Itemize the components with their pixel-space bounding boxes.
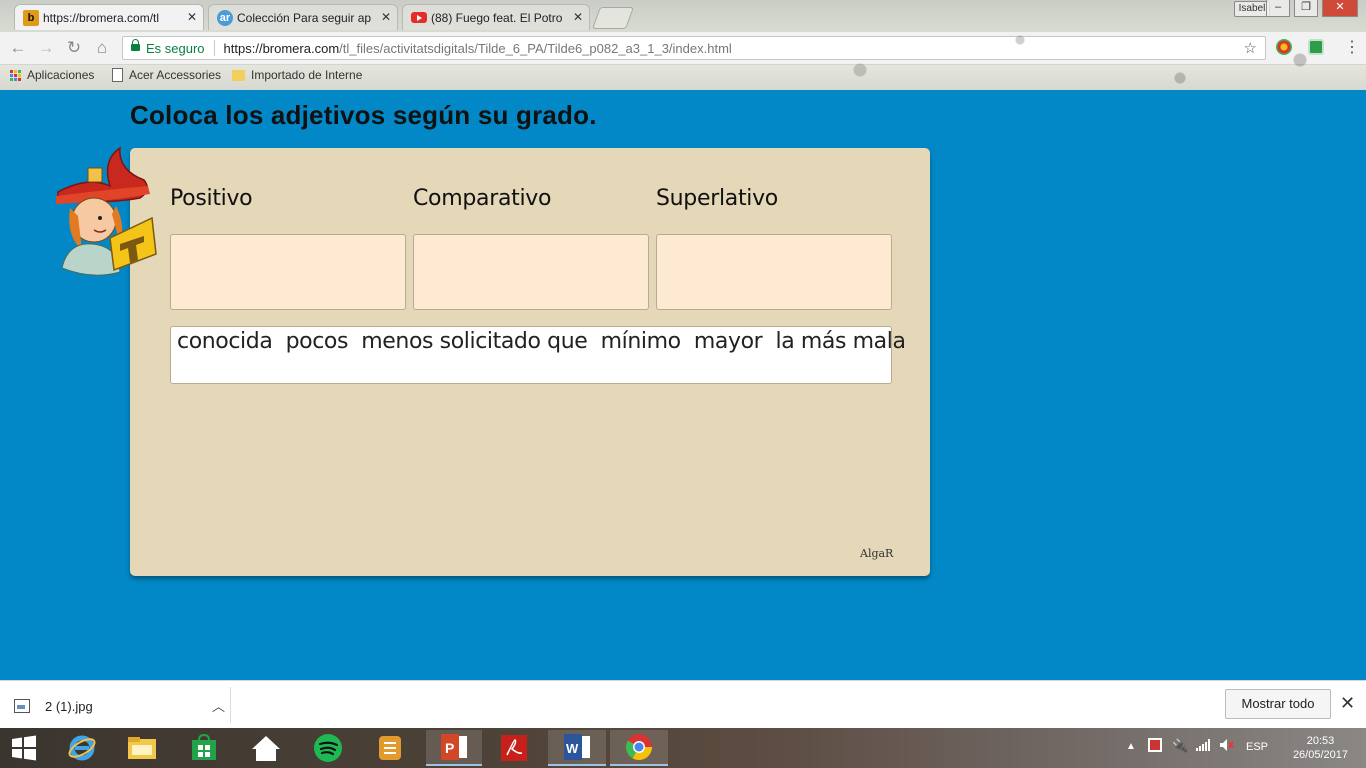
bookmarks-bar: Aplicaciones Acer Accessories Importado … xyxy=(0,64,1366,88)
evernote-extension-icon[interactable] xyxy=(1308,39,1324,55)
powerpoint-icon[interactable]: P xyxy=(426,730,482,766)
browser-toolbar: ← → ↻ ⌂ Es seguro https://bromera.com/tl… xyxy=(0,32,1366,65)
network-icon[interactable] xyxy=(1196,739,1210,754)
power-icon[interactable]: 🔌 xyxy=(1172,738,1188,754)
security-icon[interactable] xyxy=(1148,738,1162,752)
image-file-icon xyxy=(14,699,30,713)
folder-icon xyxy=(232,69,245,81)
minimize-icon[interactable]: – xyxy=(1266,0,1290,17)
bookmark-apps[interactable]: Aplicaciones xyxy=(10,68,94,82)
word-chip[interactable]: pocos xyxy=(286,329,349,354)
close-icon[interactable]: ✕ xyxy=(1340,693,1355,714)
tab-bromera[interactable]: b https://bromera.com/tl ✕ xyxy=(14,4,204,30)
back-arrow-icon[interactable]: ← xyxy=(8,38,28,58)
bookmark-label: Aplicaciones xyxy=(27,68,95,82)
column-header-positivo: Positivo xyxy=(170,186,253,211)
window-controls: – ❐ ✕ xyxy=(1266,0,1358,17)
bookmark-star-icon[interactable]: ☆ xyxy=(1244,39,1257,57)
file-explorer-icon[interactable] xyxy=(118,730,166,766)
publisher-logo-text: AlgaR xyxy=(860,547,894,560)
reload-icon[interactable]: ↻ xyxy=(64,38,84,58)
word-chip[interactable]: menos solicitado que xyxy=(361,329,588,354)
word-chip[interactable]: mayor xyxy=(694,329,763,354)
windows-start-icon[interactable] xyxy=(0,730,48,766)
address-bar[interactable]: Es seguro https://bromera.com/tl_files/a… xyxy=(122,36,1266,60)
apps-grid-icon xyxy=(10,69,21,81)
chevron-up-icon[interactable]: ▲ xyxy=(1126,741,1136,752)
tab-youtube[interactable]: (88) Fuego feat. El Potro ✕ xyxy=(402,4,590,30)
profile-button[interactable]: Isabel xyxy=(1234,1,1270,17)
notes-app-icon[interactable] xyxy=(366,730,414,766)
chrome-icon[interactable] xyxy=(610,730,668,766)
show-all-button[interactable]: Mostrar todo xyxy=(1225,689,1331,719)
youtube-favicon-icon xyxy=(411,12,427,23)
tab-title: https://bromera.com/tl xyxy=(43,10,160,25)
clock-date: 26/05/2017 xyxy=(1292,749,1348,761)
bookmark-label: Importado de Interne xyxy=(251,68,363,82)
word-chip[interactable]: mínimo xyxy=(601,329,681,354)
dropzone-superlativo[interactable] xyxy=(656,234,892,310)
close-tab-icon[interactable]: ✕ xyxy=(381,10,391,24)
column-header-superlativo: Superlativo xyxy=(656,186,778,211)
internet-explorer-icon[interactable] xyxy=(58,730,106,766)
lock-icon xyxy=(131,39,140,53)
new-tab-button[interactable] xyxy=(591,7,635,29)
close-tab-icon[interactable]: ✕ xyxy=(187,10,197,24)
bookmark-label: Acer Accessories xyxy=(129,68,222,82)
chrome-extension-icon[interactable] xyxy=(1276,39,1292,55)
address-divider xyxy=(213,40,215,56)
bookmark-imported[interactable]: Importado de Interne xyxy=(232,68,362,82)
browser-chrome: b https://bromera.com/tl ✕ ar Colección … xyxy=(0,0,1366,90)
word-bank: conocida pocos menos solicitado que míni… xyxy=(170,326,906,384)
language-indicator[interactable]: ESP xyxy=(1246,741,1268,753)
secure-label: Es seguro xyxy=(146,40,205,56)
close-tab-icon[interactable]: ✕ xyxy=(573,10,583,24)
activity-title: Coloca los adjetivos según su grado. xyxy=(130,100,597,130)
column-header-comparativo: Comparativo xyxy=(413,186,552,211)
dropzone-positivo[interactable] xyxy=(170,234,406,310)
download-bar: 2 (1).jpg ︿ Mostrar todo ✕ xyxy=(0,680,1366,729)
bookmark-acer[interactable]: Acer Accessories xyxy=(112,68,221,82)
volume-muted-icon[interactable] xyxy=(1220,739,1234,754)
dropzone-comparativo[interactable] xyxy=(413,234,649,310)
tab-title: (88) Fuego feat. El Potro xyxy=(431,10,563,25)
home-app-icon[interactable] xyxy=(242,730,290,766)
clock-time: 20:53 xyxy=(1306,735,1335,747)
close-window-icon[interactable]: ✕ xyxy=(1322,0,1358,17)
download-file-name: 2 (1).jpg xyxy=(45,698,93,714)
word-icon[interactable]: W xyxy=(548,730,606,766)
url-path: /tl_files/activitatsdigitals/Tilde_6_PA/… xyxy=(339,40,732,56)
menu-icon[interactable]: ⋮ xyxy=(1342,38,1362,58)
download-divider xyxy=(230,687,231,723)
bromera-favicon-icon: b xyxy=(23,10,39,26)
forward-arrow-icon[interactable]: → xyxy=(36,38,56,58)
store-icon[interactable] xyxy=(180,730,228,766)
acrobat-reader-icon[interactable] xyxy=(490,730,538,766)
spotify-icon[interactable] xyxy=(304,730,352,766)
download-item[interactable]: 2 (1).jpg ︿ xyxy=(14,691,230,721)
page-icon xyxy=(112,68,123,82)
ar-favicon-icon: ar xyxy=(217,10,233,26)
svg-text:W: W xyxy=(566,741,579,756)
url-host: https://bromera.com xyxy=(223,40,340,56)
taskbar: P W ▲ 🔌 ESP 20:53 26/05/2017 xyxy=(0,728,1366,768)
home-icon[interactable]: ⌂ xyxy=(92,38,112,58)
witch-mascot-icon xyxy=(56,146,157,276)
word-chip[interactable]: la más mala xyxy=(776,329,906,354)
tab-title: Colección Para seguir ap xyxy=(237,10,372,25)
chevron-up-icon[interactable]: ︿ xyxy=(212,696,225,715)
clock[interactable]: 20:53 26/05/2017 xyxy=(1293,734,1348,762)
publisher-logo: AlgaR xyxy=(860,547,893,560)
svg-text:P: P xyxy=(445,740,454,756)
restore-icon[interactable]: ❐ xyxy=(1294,0,1318,17)
tab-coleccion[interactable]: ar Colección Para seguir ap ✕ xyxy=(208,4,398,30)
word-chip[interactable]: conocida xyxy=(177,329,273,354)
